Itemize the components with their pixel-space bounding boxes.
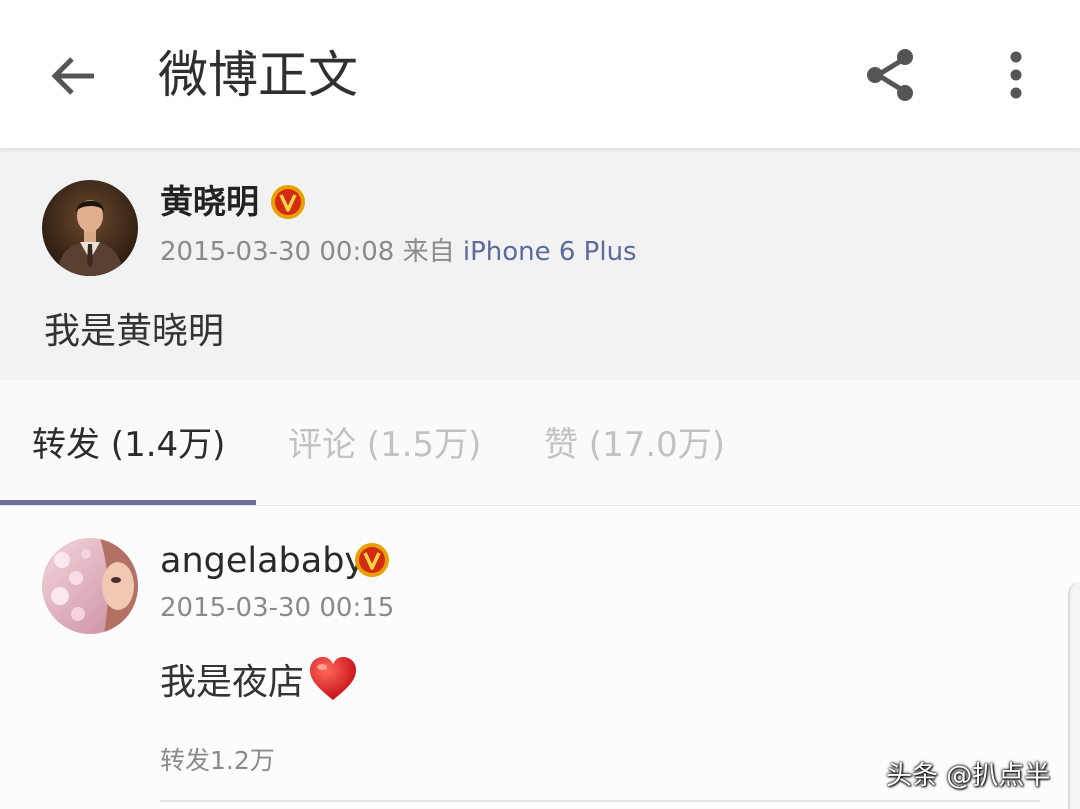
- more-options-button[interactable]: [996, 44, 1036, 106]
- tab-comments[interactable]: 评论 (1.5万): [288, 422, 481, 468]
- more-vertical-icon: [1010, 51, 1022, 99]
- post-time: 2015-03-30 00:08: [160, 237, 395, 267]
- source-prefix: 来自: [402, 237, 455, 267]
- verified-badge-icon: [271, 185, 305, 219]
- heart-emoji-icon: [310, 657, 357, 700]
- repost-avatar[interactable]: [42, 538, 138, 634]
- arrow-left-icon: [51, 57, 94, 95]
- back-button[interactable]: [44, 46, 104, 106]
- tab-likes[interactable]: 赞 (17.0万): [544, 422, 725, 468]
- page-title: 微博正文: [158, 46, 358, 104]
- repost-time: 2015-03-30 00:15: [160, 593, 395, 623]
- avatar-image: [42, 180, 138, 276]
- post-source[interactable]: iPhone 6 Plus: [463, 237, 637, 267]
- repost-count[interactable]: 转发1.2万: [160, 744, 275, 778]
- list-divider: [160, 800, 1040, 802]
- avatar-image: [42, 538, 138, 634]
- repost-text: 我是夜店: [160, 662, 305, 703]
- share-icon: [867, 49, 913, 101]
- repost-body: 我是夜店: [160, 656, 358, 707]
- original-post: 黄晓明 2015-03-30 00:08 来自 iPhone 6 Plus 我是…: [0, 150, 1080, 380]
- scrollbar[interactable]: [1068, 582, 1080, 809]
- interaction-tabs: 转发 (1.4万) 评论 (1.5万) 赞 (17.0万): [0, 380, 1080, 506]
- post-body: 我是黄晓明: [44, 311, 225, 352]
- watermark: 头条 @扒点半: [886, 761, 1051, 791]
- share-button[interactable]: [860, 44, 922, 106]
- repost-username[interactable]: angelababy: [160, 538, 365, 584]
- verified-badge-icon: [355, 543, 389, 577]
- top-app-bar: 微博正文: [0, 0, 1080, 148]
- post-meta: 2015-03-30 00:08 来自 iPhone 6 Plus: [160, 234, 637, 270]
- author-name[interactable]: 黄晓明: [160, 180, 259, 224]
- author-avatar[interactable]: [42, 180, 138, 276]
- repost-list: angelababy 2015-03-30 00:15 我是夜店 转发1.2万 …: [0, 506, 1080, 809]
- weibo-detail-page: 微博正文 黄晓明 2015-03-30 00:08 来自 iPhone 6 Pl…: [0, 0, 1080, 809]
- tab-reposts[interactable]: 转发 (1.4万): [32, 422, 225, 468]
